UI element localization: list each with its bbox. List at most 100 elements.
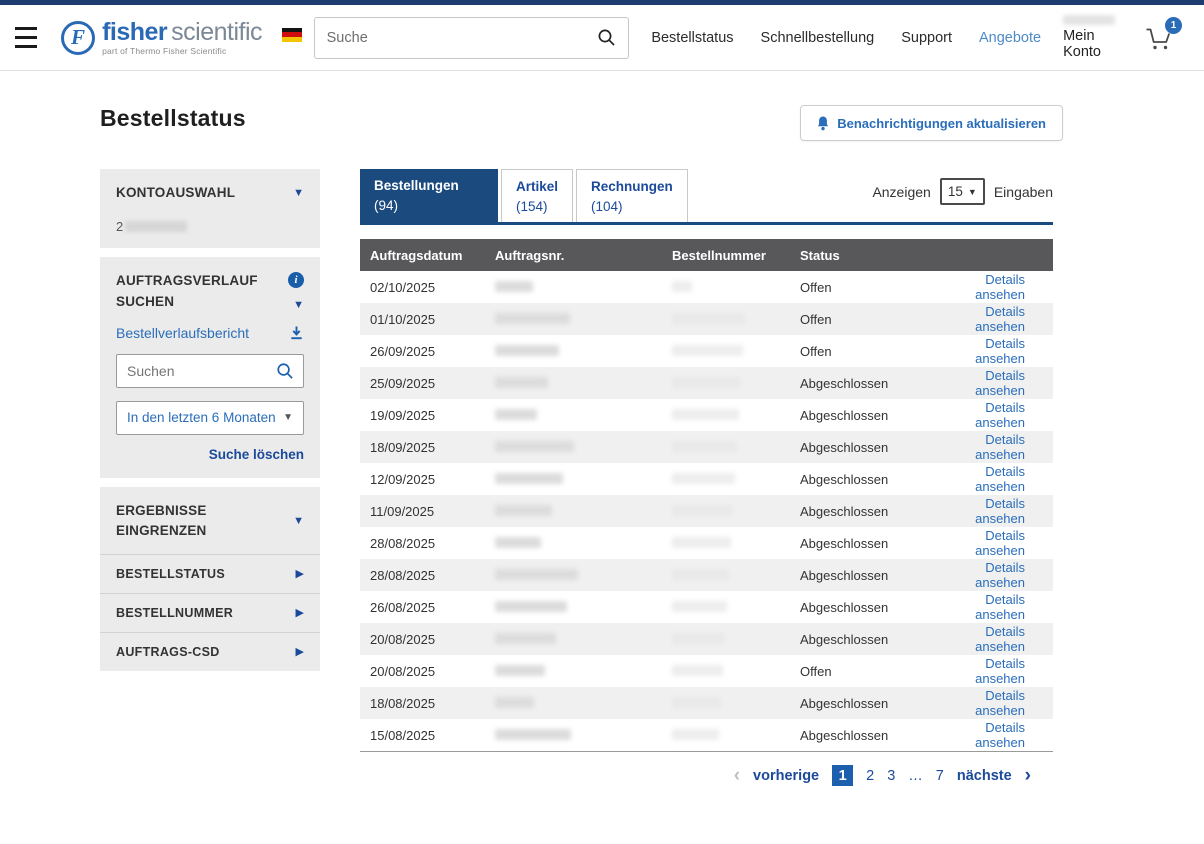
refine-item-bestellstatus[interactable]: BESTELLSTATUS▶ <box>100 554 320 593</box>
page-number-active: 1 <box>832 765 853 786</box>
details-link[interactable]: Details ansehen <box>975 368 1025 398</box>
order-history-report-link[interactable]: Bestellverlaufsbericht <box>116 325 249 341</box>
next-chevron-icon[interactable]: › <box>1025 766 1031 785</box>
details-link[interactable]: Details ansehen <box>975 400 1025 430</box>
language-flag-germany[interactable] <box>282 28 302 42</box>
order-status: Abgeschlossen <box>800 696 947 711</box>
table-row: 28/08/2025 Abgeschlossen Details ansehen <box>360 559 1053 591</box>
details-link[interactable]: Details ansehen <box>975 496 1025 526</box>
table-row: 19/09/2025 Abgeschlossen Details ansehen <box>360 399 1053 431</box>
details-link[interactable]: Details ansehen <box>975 432 1025 462</box>
details-link[interactable]: Details ansehen <box>975 688 1025 718</box>
filters-sidebar: KONTOAUSWAHL ▼ 2 AUFTRAGSVERLAUF SUCHEN … <box>100 169 320 671</box>
order-status: Abgeschlossen <box>800 440 947 455</box>
tab-rechnungen[interactable]: Rechnungen(104) <box>576 169 688 222</box>
date-range-select[interactable]: In den letzten 6 Monaten ▼ <box>116 401 304 435</box>
order-status: Abgeschlossen <box>800 376 947 391</box>
table-row: 02/10/2025 Offen Details ansehen <box>360 271 1053 303</box>
order-status: Abgeschlossen <box>800 568 947 583</box>
po-number-redacted <box>672 600 800 615</box>
details-link[interactable]: Details ansehen <box>975 528 1025 558</box>
details-link[interactable]: Details ansehen <box>975 336 1025 366</box>
order-status: Offen <box>800 664 947 679</box>
chevron-down-icon[interactable]: ▼ <box>293 300 304 311</box>
tab-artikel[interactable]: Artikel(154) <box>501 169 573 222</box>
nav-support[interactable]: Support <box>901 30 952 46</box>
po-number-redacted <box>672 312 800 327</box>
order-number-redacted <box>495 536 672 551</box>
pagination: ‹ vorherige 123 … 7 nächste › <box>360 765 1053 786</box>
refine-item-auftrags-csd[interactable]: AUFTRAGS-CSD ▶ <box>100 632 320 671</box>
order-history-header[interactable]: AUFTRAGSVERLAUF SUCHEN i ▼ <box>116 271 304 312</box>
col-header-bestellnummer: Bestellnummer <box>672 248 800 263</box>
page-ellipsis: … <box>908 768 923 784</box>
details-link[interactable]: Details ansehen <box>975 304 1025 334</box>
po-number-redacted <box>672 728 800 743</box>
order-date: 01/10/2025 <box>370 312 495 327</box>
refine-results-header[interactable]: ERGEBNISSE EINGRENZEN ▼ <box>100 487 320 555</box>
details-link[interactable]: Details ansehen <box>975 592 1025 622</box>
account-selection-header[interactable]: KONTOAUSWAHL ▼ <box>116 183 304 203</box>
details-link[interactable]: Details ansehen <box>975 656 1025 686</box>
account-label[interactable]: Mein Konto <box>1063 28 1123 60</box>
details-link[interactable]: Details ansehen <box>975 272 1025 302</box>
order-date: 12/09/2025 <box>370 472 495 487</box>
order-status: Offen <box>800 312 947 327</box>
info-icon[interactable]: i <box>288 272 304 288</box>
order-date: 20/08/2025 <box>370 664 495 679</box>
cart-button[interactable]: 1 <box>1143 23 1174 52</box>
refine-results-title: ERGEBNISSE EINGRENZEN <box>116 501 293 542</box>
next-page-link[interactable]: nächste <box>957 768 1012 784</box>
account-menu[interactable]: Mein Konto <box>1063 15 1123 60</box>
page-number[interactable]: 2 <box>866 768 874 784</box>
order-search-input[interactable] <box>117 363 276 379</box>
table-row: 20/08/2025 Abgeschlossen Details ansehen <box>360 623 1053 655</box>
update-notifications-button[interactable]: Benachrichtigungen aktualisieren <box>800 105 1063 141</box>
chevron-down-icon[interactable]: ▼ <box>293 188 304 199</box>
order-number-redacted <box>495 312 672 327</box>
nav-bestellstatus[interactable]: Bestellstatus <box>651 30 733 46</box>
refine-items: BESTELLSTATUS▶BESTELLNUMMER▶AUFTRAGS-CSD… <box>100 554 320 671</box>
details-link[interactable]: Details ansehen <box>975 560 1025 590</box>
order-status: Abgeschlossen <box>800 504 947 519</box>
order-date: 02/10/2025 <box>370 280 495 295</box>
nav-angebote[interactable]: Angebote <box>979 30 1041 46</box>
po-number-redacted <box>672 408 800 423</box>
order-status-main: Bestellungen(94)Artikel(154)Rechnungen(1… <box>360 169 1053 786</box>
order-status: Offen <box>800 344 947 359</box>
bell-icon <box>817 116 829 131</box>
details-link[interactable]: Details ansehen <box>975 464 1025 494</box>
refine-item-label: AUFTRAGS-CSD <box>116 645 220 659</box>
order-status: Abgeschlossen <box>800 632 947 647</box>
table-row: 28/08/2025 Abgeschlossen Details ansehen <box>360 527 1053 559</box>
download-icon[interactable] <box>289 325 304 340</box>
table-row: 20/08/2025 Offen Details ansehen <box>360 655 1053 687</box>
previous-page-link[interactable]: vorherige <box>753 768 819 784</box>
chevron-right-icon: ▶ <box>296 569 304 580</box>
tab-bestellungen[interactable]: Bestellungen(94) <box>360 169 498 222</box>
refine-item-bestellnummer[interactable]: BESTELLNUMMER▶ <box>100 593 320 632</box>
hamburger-menu-icon[interactable] <box>15 27 37 48</box>
table-row: 12/09/2025 Abgeschlossen Details ansehen <box>360 463 1053 495</box>
table-row: 18/09/2025 Abgeschlossen Details ansehen <box>360 431 1053 463</box>
page-size-select[interactable]: 15 ▼ <box>940 178 985 205</box>
page-number[interactable]: 3 <box>887 768 895 784</box>
po-number-redacted <box>672 696 800 711</box>
chevron-right-icon: ▶ <box>296 647 304 658</box>
nav-schnellbestellung[interactable]: Schnellbestellung <box>761 30 875 46</box>
col-header-status: Status <box>800 248 947 263</box>
order-date: 28/08/2025 <box>370 568 495 583</box>
clear-search-link[interactable]: Suche löschen <box>209 447 304 462</box>
search-icon[interactable] <box>276 362 294 380</box>
details-link[interactable]: Details ansehen <box>975 720 1025 750</box>
search-icon[interactable] <box>597 28 616 47</box>
previous-chevron-icon[interactable]: ‹ <box>734 766 740 785</box>
col-header-auftragsdatum: Auftragsdatum <box>370 248 495 263</box>
details-link[interactable]: Details ansehen <box>975 624 1025 654</box>
page-number[interactable]: 7 <box>936 768 944 784</box>
chevron-down-icon[interactable]: ▼ <box>293 516 304 527</box>
fisher-scientific-logo[interactable]: F fisherscientific part of Thermo Fisher… <box>61 20 262 56</box>
order-number-redacted <box>495 408 672 423</box>
po-number-redacted <box>672 504 800 519</box>
search-input[interactable] <box>315 30 598 46</box>
